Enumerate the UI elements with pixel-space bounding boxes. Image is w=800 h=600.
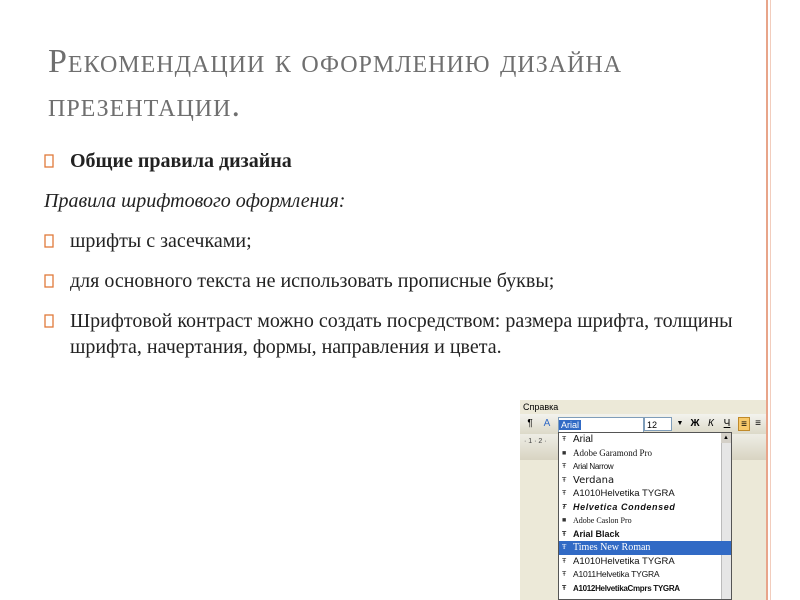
- truetype-icon: Ŧ: [562, 530, 567, 538]
- slide-title: Рекомендации к оформлению дизайна презен…: [48, 43, 623, 124]
- decorative-line: [766, 0, 768, 600]
- bullet-icon: [44, 274, 54, 288]
- truetype-icon: Ŧ: [562, 436, 567, 443]
- truetype-icon: Ŧ: [562, 463, 566, 470]
- truetype-icon: Ŧ: [562, 557, 567, 565]
- bullet-row-1: шрифты с засечками;: [44, 228, 764, 254]
- bullet-row-3: Шрифтовой контраст можно создать посредс…: [44, 308, 764, 360]
- truetype-icon: Ŧ: [562, 475, 567, 484]
- font-option[interactable]: Ŧ A1010Helvetika TYGRA: [559, 487, 731, 501]
- style-icon[interactable]: ¶: [524, 417, 536, 431]
- font-option[interactable]: Ŧ A1010Helvetika TYGRA: [559, 555, 731, 569]
- bullet-icon: [44, 234, 54, 248]
- truetype-icon: Ŧ: [562, 584, 566, 592]
- truetype-icon: Ŧ: [562, 503, 567, 511]
- font-size-field[interactable]: 12: [644, 417, 672, 431]
- heading-row: Общие правила дизайна: [44, 148, 764, 174]
- underline-button[interactable]: Ч: [720, 417, 734, 431]
- bold-button[interactable]: Ж: [688, 417, 702, 431]
- font-option-selected[interactable]: Ŧ Times New Roman: [559, 541, 731, 555]
- opentype-icon: ■: [562, 448, 567, 457]
- align-left-icon[interactable]: ≡: [738, 417, 750, 431]
- bullet-text: для основного текста не использовать про…: [70, 270, 555, 292]
- bullet-text: Шрифтовой контраст можно создать посредс…: [70, 310, 733, 358]
- bullet-row-2: для основного текста не использовать про…: [44, 268, 764, 294]
- content-subheading: Правила шрифтового оформления:: [44, 190, 346, 212]
- font-option[interactable]: ■ Adobe Garamond Pro: [559, 447, 731, 461]
- font-style-icon[interactable]: A: [540, 417, 554, 431]
- word-font-screenshot: Справка · 1 · 2 · ¶ A Arial 12 ▼ Ж К Ч ≡…: [520, 400, 766, 600]
- font-option[interactable]: ■ Adobe Caslon Pro: [559, 514, 731, 528]
- font-option[interactable]: Ŧ Arial Narrow: [559, 460, 731, 474]
- font-option[interactable]: Ŧ Verdana: [559, 474, 731, 488]
- truetype-icon: Ŧ: [562, 543, 567, 551]
- ruler-marks: · 1 · 2 ·: [524, 438, 547, 445]
- italic-button[interactable]: К: [704, 417, 718, 431]
- align-center-icon[interactable]: ≡: [752, 417, 764, 431]
- bullet-icon: [44, 154, 54, 168]
- font-option[interactable]: Ŧ Arial Black: [559, 528, 731, 542]
- font-option[interactable]: Ŧ A1011Helvetika TYGRA: [559, 568, 731, 582]
- decorative-line-thin: [770, 0, 771, 600]
- font-name-field[interactable]: Arial: [558, 417, 644, 433]
- font-list-dropdown[interactable]: ▲ Ŧ Arial ■ Adobe Garamond Pro Ŧ Arial Narr…: [558, 432, 732, 600]
- subheading-row: Правила шрифтового оформления:: [44, 188, 764, 214]
- truetype-icon: Ŧ: [562, 571, 567, 578]
- font-option[interactable]: Ŧ Arial: [559, 433, 731, 447]
- bullet-icon: [44, 314, 54, 328]
- slide: Рекомендации к оформлению дизайна презен…: [0, 0, 800, 600]
- font-option[interactable]: Ŧ A1012HelvetikaCmprs TYGRA: [559, 582, 731, 596]
- slide-content: Общие правила дизайна Правила шрифтового…: [44, 148, 764, 374]
- truetype-icon: Ŧ: [562, 490, 567, 497]
- chevron-down-icon[interactable]: ▼: [674, 417, 686, 431]
- font-option[interactable]: Ŧ Helvetica Condensed: [559, 501, 731, 515]
- content-heading: Общие правила дизайна: [70, 150, 292, 172]
- bullet-text: шрифты с засечками;: [70, 230, 252, 252]
- menu-item-help[interactable]: Справка: [520, 400, 766, 414]
- font-name-value: Arial: [559, 420, 582, 430]
- opentype-icon: ■: [562, 516, 567, 524]
